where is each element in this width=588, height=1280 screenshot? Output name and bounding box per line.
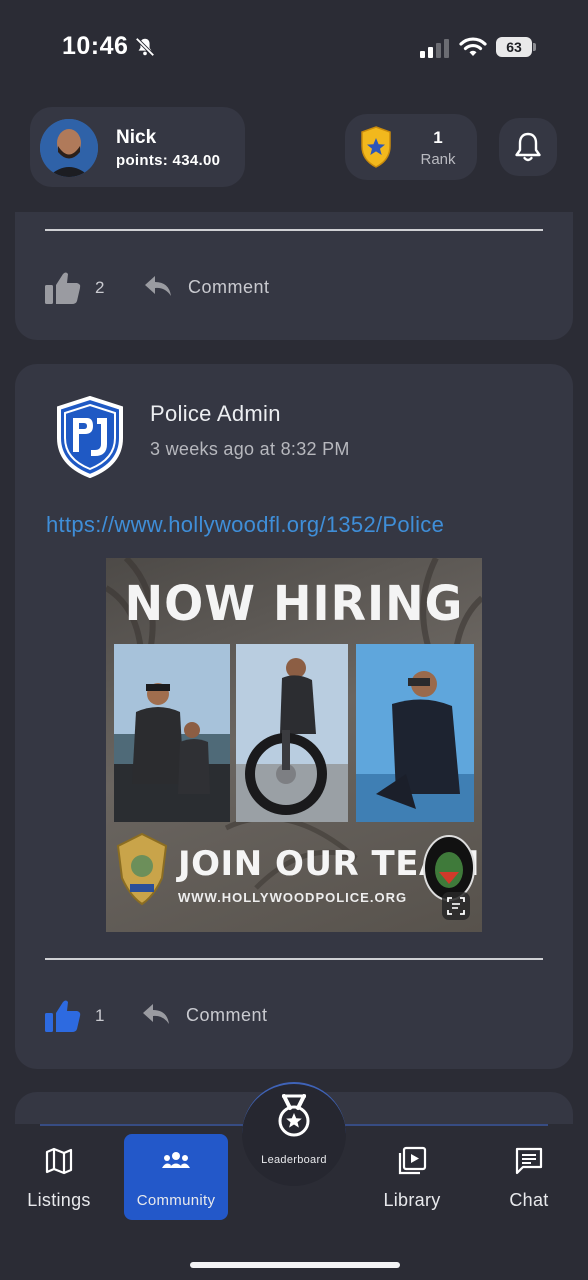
rank-number: 1: [433, 128, 443, 147]
user-name: Nick: [116, 127, 157, 148]
video-library-icon: [398, 1146, 427, 1175]
wifi-icon: [459, 37, 487, 56]
home-indicator[interactable]: [190, 1262, 400, 1268]
image-site: WWW.HOLLYWOODPOLICE.ORG: [178, 890, 408, 905]
post-card: Police Admin 3 weeks ago at 8:32 PM http…: [15, 364, 573, 1069]
rank-pill[interactable]: 1 Rank: [345, 114, 477, 180]
image-panel-diver: [356, 644, 474, 822]
battery-level: 63: [496, 37, 532, 57]
post-timestamp: 3 weeks ago at 8:32 PM: [150, 439, 350, 459]
status-bar: 10:46 63: [0, 0, 588, 96]
people-icon: [162, 1152, 190, 1168]
nav-item-leaderboard[interactable]: Leaderboard: [242, 1082, 346, 1186]
divider: [45, 958, 543, 960]
post-author: Police Admin: [150, 401, 281, 426]
thumbs-up-icon[interactable]: [43, 998, 83, 1034]
image-headline: NOW HIRING: [124, 574, 464, 632]
nav-item-listings[interactable]: Listings: [7, 1134, 111, 1220]
police-shield-icon: [57, 396, 123, 478]
nav-label: Library: [383, 1190, 441, 1210]
battery-icon: 63: [496, 37, 536, 57]
nav-item-chat[interactable]: Chat: [477, 1134, 581, 1220]
bell-off-icon: [135, 37, 155, 57]
like-count: 1: [95, 1006, 105, 1025]
post-actions: 1 Comment: [43, 998, 543, 1038]
image-panel-boat: [114, 644, 230, 822]
avatar: [40, 119, 98, 177]
nav-item-community[interactable]: Community: [124, 1134, 228, 1220]
divider: [45, 229, 543, 231]
nav-item-library[interactable]: Library: [360, 1134, 464, 1220]
user-points: points: 434.00: [116, 152, 221, 169]
nav-label: Leaderboard: [261, 1154, 327, 1166]
chat-icon: [515, 1147, 543, 1175]
post-actions: 2 Comment: [43, 270, 543, 310]
nav-label: Listings: [27, 1190, 91, 1210]
nav-label: Community: [136, 1192, 216, 1209]
post-card-previous: 2 Comment: [15, 212, 573, 340]
notifications-button[interactable]: [499, 118, 557, 176]
nav-label: Chat: [509, 1190, 549, 1210]
like-count: 2: [95, 278, 105, 297]
signal-icon: [420, 39, 449, 58]
map-icon: [45, 1147, 73, 1175]
thumbs-up-icon[interactable]: [43, 270, 83, 306]
reply-icon[interactable]: [143, 274, 173, 300]
post-link[interactable]: https://www.hollywoodfl.org/1352/Police: [46, 512, 444, 538]
rank-label: Rank: [420, 151, 456, 168]
scan-text-icon[interactable]: [442, 892, 470, 920]
reply-icon[interactable]: [141, 1002, 171, 1028]
image-panel-motorcycle: [236, 644, 348, 822]
bell-icon: [515, 132, 541, 162]
user-profile-pill[interactable]: Nick points: 434.00: [30, 107, 245, 187]
medal-icon: [278, 1094, 310, 1137]
status-time: 10:46: [62, 32, 129, 60]
police-badge-left: [116, 832, 168, 906]
sheriff-badge-icon: [361, 126, 391, 168]
comment-button[interactable]: Comment: [186, 1005, 268, 1026]
post-image[interactable]: NOW HIRING JOIN OUR TEAM WWW.HOLLYWOODPO…: [106, 558, 482, 932]
comment-button[interactable]: Comment: [188, 277, 270, 298]
